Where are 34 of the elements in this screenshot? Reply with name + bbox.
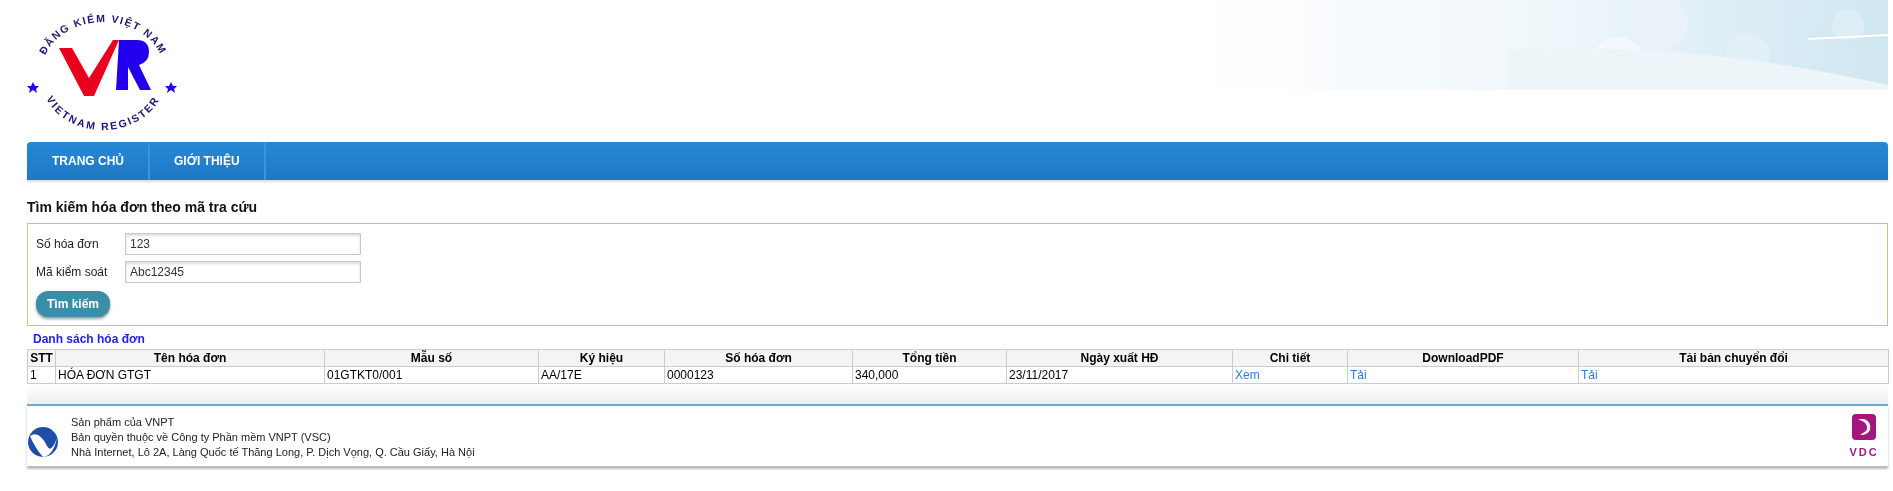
vdc-logo-drawing: VDC xyxy=(1844,414,1884,460)
table-cell: AA/17E xyxy=(538,366,665,384)
search-button[interactable]: Tìm kiếm xyxy=(36,291,111,317)
field-label: Mã kiểm soát xyxy=(36,265,109,279)
column-header: Tên hóa đơn xyxy=(55,349,325,367)
column-header: Số hóa đơn xyxy=(664,349,853,367)
table-cell: 0000123 xyxy=(664,366,853,384)
field-label: Số hóa đơn xyxy=(36,237,100,251)
table-cell: 23/11/2017 xyxy=(1006,366,1233,384)
table-cell: 1 xyxy=(27,366,56,384)
table-link[interactable]: Tải xyxy=(1581,368,1598,382)
column-header: DownloadPDF xyxy=(1347,349,1579,367)
column-header: STT xyxy=(27,349,56,367)
column-header: Mẫu số xyxy=(324,349,539,367)
input-field[interactable]: 123 xyxy=(125,233,361,255)
table-link[interactable]: Xem xyxy=(1235,368,1260,382)
nav-link[interactable]: GIỚI THIỆU xyxy=(150,142,266,180)
footer-text: Nhà Internet, Lô 2A, Làng Quốc tế Thăng Long, P. Dịch Vọng, Q. Cầu Giấy, Hà Nội xyxy=(71,446,476,458)
list-link[interactable]: Danh sách hóa đơn xyxy=(33,332,145,346)
column-header: Chi tiết xyxy=(1232,349,1348,367)
column-header: Tổng tiền xyxy=(852,349,1007,367)
footer-text: Bản quyền thuộc về Công ty Phần mềm VNPT (VSC) xyxy=(71,431,332,443)
table-cell: HÓA ĐƠN GTGT xyxy=(55,366,325,384)
section-title: Tìm kiếm hóa đơn theo mã tra cứu xyxy=(27,199,259,215)
globe-logo-icon xyxy=(27,426,59,458)
input-field[interactable]: Abc12345 xyxy=(125,261,361,283)
column-header: Ký hiệu xyxy=(538,349,665,367)
column-header: Tải bản chuyển đổi xyxy=(1578,349,1889,367)
table-cell: 340,000 xyxy=(852,366,1007,384)
footer-text: Sản phẩm của VNPT xyxy=(71,416,176,428)
column-header: Ngày xuất HĐ xyxy=(1006,349,1233,367)
table-link[interactable]: Tải xyxy=(1350,368,1367,382)
table-cell: 01GTKT0/001 xyxy=(324,366,539,384)
nav-link[interactable]: TRANG CHỦ xyxy=(27,142,150,180)
